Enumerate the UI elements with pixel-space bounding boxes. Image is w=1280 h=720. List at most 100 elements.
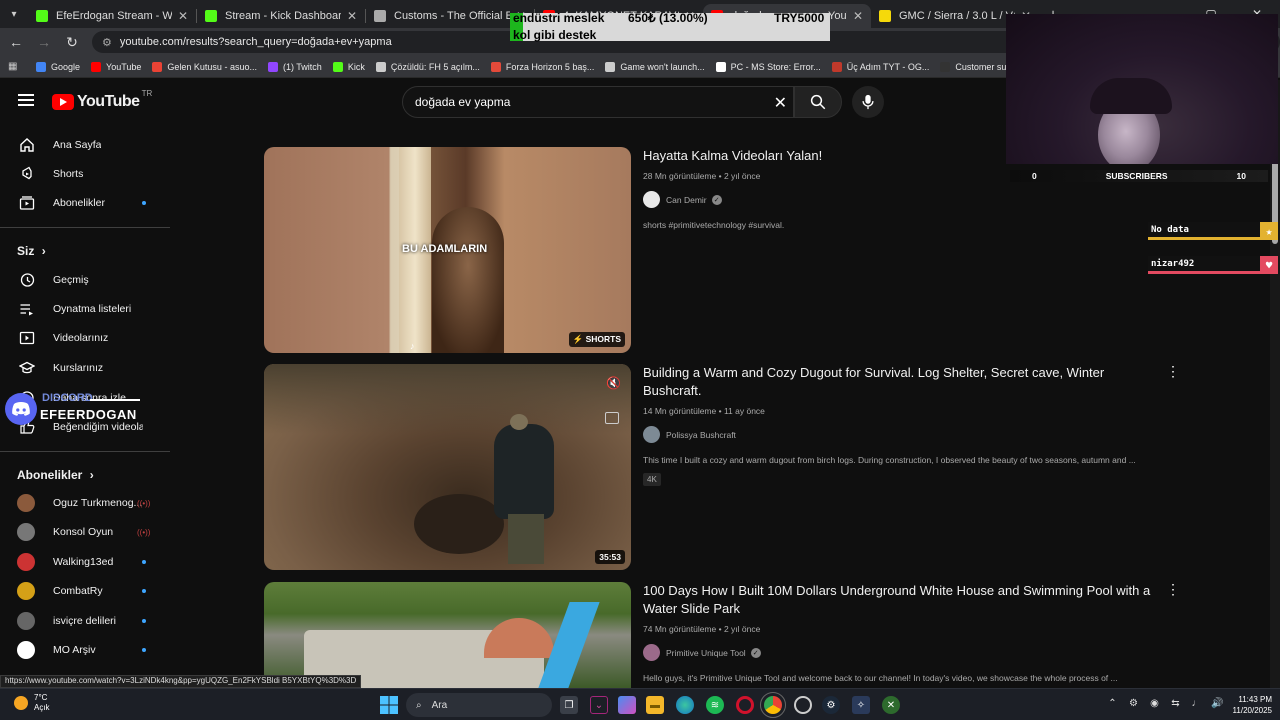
muted-icon[interactable]: 🔇 [606,376,621,390]
channel-name[interactable]: Can Demir [666,195,707,205]
discord-tray-icon[interactable]: ◉ [1144,698,1165,709]
file-explorer-icon[interactable]: ▬ [646,696,664,714]
clear-search-icon[interactable]: ✕ [774,93,787,113]
microphone-icon[interactable]: ♩ [1186,698,1207,709]
spotify-icon[interactable]: ≋ [706,696,724,714]
chrome-icon[interactable] [760,692,786,718]
video-result[interactable]: 100 Days How I Built 10M Dollars Undergr… [264,582,1180,688]
bookmark-item[interactable]: Üç Adım TYT - OG... [831,61,929,72]
new-content-dot [142,589,146,594]
sidebar-item-home[interactable]: Ana Sayfa [0,131,170,159]
close-tab-icon[interactable]: ✕ [853,9,863,23]
app-icon[interactable]: ⌄ [590,696,608,714]
bookmark-item[interactable]: Game won't launch... [605,61,705,72]
copilot-icon[interactable] [618,696,636,714]
clock-date: 11/20/2025 [1232,706,1272,715]
back-arrow-icon[interactable]: ← [4,30,28,54]
channel-avatar[interactable] [643,426,660,443]
task-view-icon[interactable]: ❐ [560,696,578,714]
forward-arrow-icon[interactable]: → [32,30,56,54]
channel-link[interactable]: Polissya Bushcraft [643,426,1163,443]
taskbar-search[interactable]: ⌕ Ara [406,693,552,717]
sidebar-subscription-item[interactable]: isviçre delileri [0,607,170,635]
menu-icon[interactable] [18,94,34,106]
network-icon[interactable]: ⇆ [1165,698,1186,709]
sidebar-item-label: Videolarınız [53,332,109,344]
more-options-icon[interactable]: ⋮ [1166,582,1180,596]
apps-grid-icon[interactable]: ▦ [8,61,22,72]
upload-age: 11 ay önce [723,406,765,416]
app-notification-icon[interactable] [794,696,812,714]
sidebar-item-your-videos[interactable]: Videolarınız [0,324,170,352]
sidebar-item-shorts[interactable]: Shorts [0,160,170,188]
bookmark-item[interactable]: Forza Horizon 5 baş... [490,61,594,72]
sidebar-item-label: Geçmiş [53,274,89,286]
video-result[interactable]: 🔇 35:53 Building a Warm and Cozy Dugout … [264,364,1180,570]
video-thumbnail[interactable]: 🔇 35:53 [264,364,631,570]
bookmark-item[interactable]: Çözüldü: FH 5 açılm... [375,61,480,72]
browser-tab[interactable]: Customs - The Official Escape from✕ [366,4,534,28]
page-scrollbar[interactable] [1270,80,1280,688]
browser-tab[interactable]: EfeErdogan Stream - Watch Live ✕ [28,4,196,28]
bookmark-label: PC - MS Store: Error... [730,61,821,72]
sidebar-item-label: Kurslarınız [53,362,104,374]
captions-icon[interactable] [605,412,619,424]
site-info-icon[interactable]: ⚙ [102,36,112,49]
sidebar-item-playlists[interactable]: Oynatma listeleri [0,295,170,323]
bookmark-item[interactable]: YouTube [91,61,141,72]
steam-icon[interactable]: ⚙ [822,696,840,714]
sidebar-subscription-item[interactable]: MO Arşiv [0,636,170,664]
edge-icon[interactable] [676,696,694,714]
discord-icon [5,393,37,425]
log-pile-graphic [414,494,504,554]
search-input[interactable]: doğada ev yapma ✕ [402,86,794,118]
video-title[interactable]: 100 Days How I Built 10M Dollars Undergr… [643,582,1163,618]
system-clock[interactable]: 11:43 PM 11/20/2025 [1222,694,1272,716]
video-thumbnail[interactable]: BU ADAMLARIN ♪ ⚡ SHORTS [264,147,631,353]
bookmark-item[interactable]: Gelen Kutusu - asuo... [152,61,257,72]
sidebar-subscription-item[interactable]: Konsol Oyun ((•)) [0,518,170,546]
show-hidden-icons[interactable]: ⌃ [1102,698,1123,709]
opera-icon[interactable] [736,696,754,714]
sidebar-item-subscriptions[interactable]: Abonelikler [0,189,170,217]
channel-avatar[interactable] [643,191,660,208]
bookmark-item[interactable]: Kick [332,61,365,72]
sidebar-subscription-item[interactable]: CombatRy [0,577,170,605]
browser-tab[interactable]: Stream - Kick Dashboard ✕ [197,4,365,28]
channel-avatar[interactable] [643,644,660,661]
heart-icon: ♥ [1260,256,1278,274]
app-icon[interactable]: ✧ [852,696,870,714]
close-tab-icon[interactable]: ✕ [178,9,188,23]
channel-name[interactable]: Primitive Unique Tool [666,648,746,658]
more-options-icon[interactable]: ⋮ [1166,364,1180,378]
reload-icon[interactable]: ↻ [60,30,84,54]
video-title[interactable]: Building a Warm and Cozy Dugout for Surv… [643,364,1163,400]
bookmark-item[interactable]: PC - MS Store: Error... [715,61,821,72]
voice-search-button[interactable] [852,86,884,118]
start-button[interactable] [380,696,398,714]
xbox-icon[interactable]: ✕ [882,696,900,714]
subscriptions-section-header[interactable]: Abonelikler › [17,468,94,482]
video-description: This time I built a cozy and warm dugout… [643,455,1136,465]
sidebar-item-courses[interactable]: Kurslarınız [0,354,170,382]
you-section-header[interactable]: Siz › [17,244,46,258]
sidebar-subscription-item[interactable]: Walking13ed [0,548,170,576]
channel-link[interactable]: Primitive Unique Tool ✓ [643,644,1163,661]
tab-title: Customs - The Official Escape from [394,10,510,22]
sidebar-item-history[interactable]: Geçmiş [0,266,170,294]
youtube-logo[interactable]: YouTube TR [52,89,152,111]
sidebar-subscription-item[interactable]: Oguz Turkmenog... ((•)) [0,489,170,517]
close-tab-icon[interactable]: ✕ [347,9,357,23]
donation-goal-title: endüstri meslek [513,11,605,25]
weather-widget[interactable]: 7°C Açık [14,693,50,713]
channel-name[interactable]: Polissya Bushcraft [666,430,736,440]
subscription-label: CombatRy [53,585,103,598]
bookmark-item[interactable]: Google [36,61,80,72]
steam-tray-icon[interactable]: ⚙ [1123,698,1144,709]
channel-link[interactable]: Can Demir ✓ [643,191,1163,208]
video-thumbnail[interactable] [264,582,631,688]
search-button[interactable] [794,86,842,118]
channel-avatar [17,582,35,601]
bookmark-item[interactable]: (1) Twitch [267,61,322,72]
tab-search-icon[interactable]: ▾ [0,0,28,28]
